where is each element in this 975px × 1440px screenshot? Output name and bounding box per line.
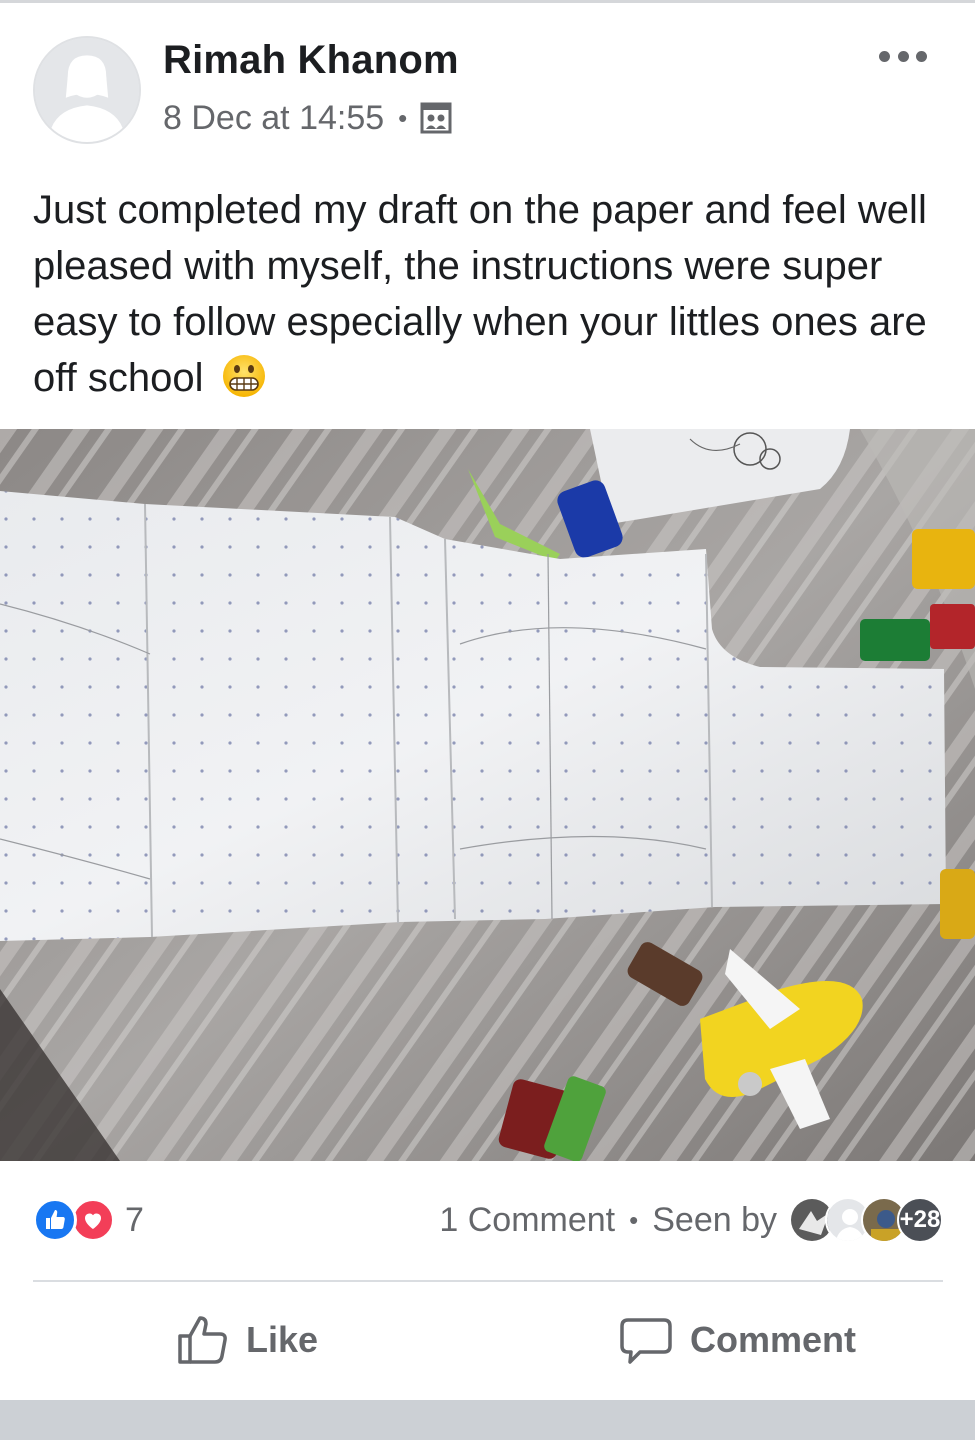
more-options-icon[interactable]	[879, 42, 927, 70]
author-avatar[interactable]	[33, 36, 141, 144]
comment-count[interactable]: 1 Comment	[439, 1201, 615, 1240]
photo-audience-icon	[420, 102, 452, 134]
post-text: Just completed my draft on the paper and…	[33, 188, 927, 400]
default-avatar-icon	[35, 38, 139, 142]
comment-button[interactable]: Comment	[618, 1308, 856, 1372]
engagement-separator: •	[629, 1204, 639, 1235]
seen-by-avatars[interactable]: +28	[789, 1197, 943, 1243]
like-button-label: Like	[246, 1319, 319, 1360]
seen-by-label[interactable]: Seen by	[652, 1201, 777, 1240]
more-dot	[916, 50, 927, 62]
more-dot	[879, 50, 890, 62]
like-reaction-icon	[33, 1198, 77, 1242]
like-button[interactable]: Like	[174, 1308, 318, 1372]
comment-button-label: Comment	[690, 1319, 857, 1360]
seen-more-count: +28	[897, 1197, 943, 1243]
thumbs-up-icon	[178, 1316, 227, 1364]
actions-divider	[33, 1280, 943, 1282]
post-timestamp[interactable]: 8 Dec at 14:55	[163, 99, 384, 138]
more-dot	[897, 50, 909, 62]
grimacing-face-emoji-icon	[222, 355, 265, 397]
author-name[interactable]: Rimah Khanom	[163, 38, 459, 83]
reaction-count: 7	[125, 1200, 144, 1239]
meta-separator: •	[398, 102, 408, 133]
post-meta: 8 Dec at 14:55 •	[163, 98, 453, 138]
engagement-summary: 1 Comment • Seen by +28	[439, 1196, 943, 1244]
sewing-pattern-photo	[0, 429, 975, 1161]
feed-separator-bar	[0, 1400, 975, 1440]
love-reaction-icon	[71, 1198, 115, 1242]
comment-bubble-icon	[620, 1318, 672, 1364]
post-body: Just completed my draft on the paper and…	[33, 182, 948, 406]
post-photo[interactable]	[0, 429, 975, 1161]
post-header: Rimah Khanom 8 Dec at 14:55 •	[0, 0, 975, 160]
reaction-summary[interactable]: 7	[33, 1197, 144, 1243]
